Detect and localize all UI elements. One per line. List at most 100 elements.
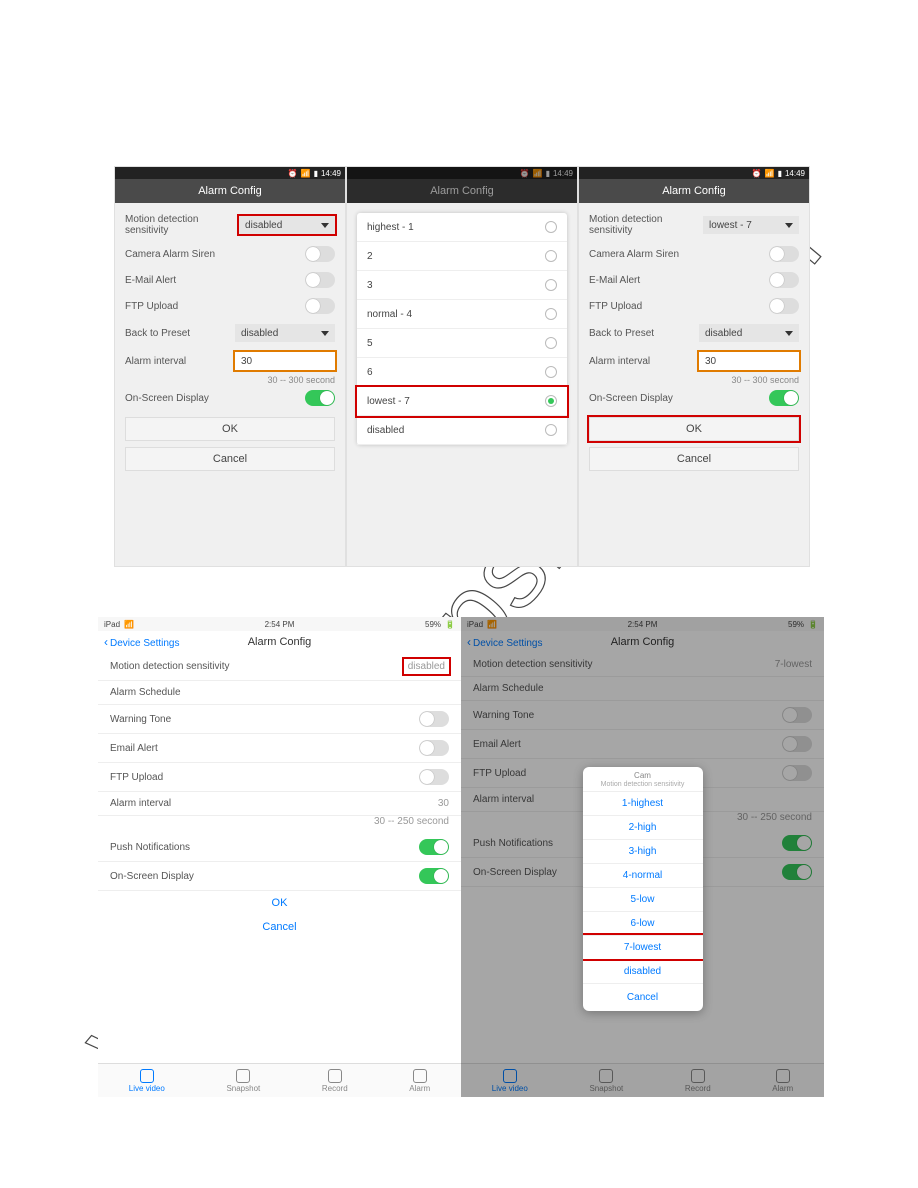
osd-toggle[interactable] xyxy=(419,868,449,884)
signal-icon: ▮ xyxy=(546,169,550,178)
sheet-option[interactable]: 2-high xyxy=(583,815,703,839)
chevron-down-icon xyxy=(785,223,793,228)
osd-label: On-Screen Display xyxy=(589,393,673,404)
radio-icon xyxy=(545,221,557,233)
sensitivity-value[interactable]: disabled xyxy=(404,659,449,674)
interval-hint: 30 -- 300 second xyxy=(589,375,799,385)
screen-title: Alarm Config xyxy=(347,179,577,203)
alarm-icon: ⏰ xyxy=(752,169,762,178)
sensitivity-option[interactable]: 2 xyxy=(357,242,567,271)
sensitivity-option[interactable]: 6 xyxy=(357,358,567,387)
chevron-down-icon xyxy=(321,223,329,228)
chevron-down-icon xyxy=(785,331,793,336)
ok-button[interactable]: OK xyxy=(98,891,461,915)
sheet-option-selected[interactable]: 7-lowest xyxy=(583,935,703,959)
status-time: 14:49 xyxy=(553,169,573,178)
preset-dropdown[interactable]: disabled xyxy=(699,324,799,342)
wifi-icon: 📶 xyxy=(533,169,543,178)
interval-input[interactable]: 30 xyxy=(235,352,335,370)
sensitivity-option[interactable]: 5 xyxy=(357,329,567,358)
osd-toggle[interactable] xyxy=(769,390,799,406)
email-label: E-Mail Alert xyxy=(125,275,176,286)
ipad-screenshot-1: iPad📶 2:54 PM 59%🔋 Device Settings Alarm… xyxy=(98,617,461,1097)
sensitivity-dropdown[interactable]: lowest - 7 xyxy=(703,216,799,234)
sheet-option[interactable]: 5-low xyxy=(583,887,703,911)
email-toggle[interactable] xyxy=(419,740,449,756)
status-bar: ⏰ 📶 ▮ 14:49 xyxy=(579,167,809,179)
email-toggle[interactable] xyxy=(305,272,335,288)
interval-hint: 30 -- 300 second xyxy=(125,375,335,385)
screen-title: Alarm Config xyxy=(248,636,312,648)
siren-toggle[interactable] xyxy=(769,246,799,262)
record-icon xyxy=(328,1069,342,1083)
sheet-option[interactable]: 1-highest xyxy=(583,791,703,815)
tab-alarm[interactable]: Alarm xyxy=(409,1069,430,1093)
tab-record[interactable]: Record xyxy=(322,1069,348,1093)
preset-value: disabled xyxy=(705,328,742,339)
ftp-toggle[interactable] xyxy=(419,769,449,785)
wifi-icon: 📶 xyxy=(301,169,311,178)
tab-snapshot[interactable]: Snapshot xyxy=(226,1069,260,1093)
screen-title: Alarm Config xyxy=(115,179,345,203)
preset-label: Back to Preset xyxy=(125,328,190,339)
radio-icon xyxy=(545,337,557,349)
ok-button[interactable]: OK xyxy=(589,417,799,441)
tone-label: Warning Tone xyxy=(110,714,171,725)
cancel-button[interactable]: Cancel xyxy=(589,447,799,471)
email-toggle[interactable] xyxy=(769,272,799,288)
snapshot-icon xyxy=(236,1069,250,1083)
sensitivity-option[interactable]: highest - 1 xyxy=(357,213,567,242)
sheet-option[interactable]: disabled xyxy=(583,959,703,983)
alarm-tab-icon xyxy=(413,1069,427,1083)
ftp-toggle[interactable] xyxy=(769,298,799,314)
sensitivity-dropdown[interactable]: disabled xyxy=(239,216,335,234)
sheet-option[interactable]: 4-normal xyxy=(583,863,703,887)
tab-live-video[interactable]: Live video xyxy=(129,1069,165,1093)
sensitivity-option[interactable]: normal - 4 xyxy=(357,300,567,329)
sheet-option[interactable]: 3-high xyxy=(583,839,703,863)
tab-bar: Live video Snapshot Record Alarm xyxy=(98,1063,461,1097)
interval-value[interactable]: 30 xyxy=(438,798,449,809)
cancel-button[interactable]: Cancel xyxy=(125,447,335,471)
signal-icon: ▮ xyxy=(314,169,318,178)
cancel-button[interactable]: Cancel xyxy=(98,915,461,939)
radio-icon xyxy=(545,366,557,378)
ok-button[interactable]: OK xyxy=(125,417,335,441)
sensitivity-option[interactable]: 3 xyxy=(357,271,567,300)
nav-bar: Device Settings Alarm Config xyxy=(98,631,461,653)
preset-dropdown[interactable]: disabled xyxy=(235,324,335,342)
ftp-label: FTP Upload xyxy=(125,301,178,312)
siren-toggle[interactable] xyxy=(305,246,335,262)
battery-percent: 59% xyxy=(425,620,441,629)
screen-title: Alarm Config xyxy=(579,179,809,203)
sensitivity-option[interactable]: disabled xyxy=(357,416,567,445)
sensitivity-label: Motion detection sensitivity xyxy=(589,214,703,236)
interval-label: Alarm interval xyxy=(110,798,171,809)
alarm-icon: ⏰ xyxy=(520,169,530,178)
sensitivity-picker: highest - 1 2 3 normal - 4 5 6 lowest - … xyxy=(357,213,567,445)
interval-input[interactable]: 30 xyxy=(699,352,799,370)
preset-value: disabled xyxy=(241,328,278,339)
status-bar: ⏰ 📶 ▮ 14:49 xyxy=(115,167,345,179)
wifi-icon: 📶 xyxy=(765,169,775,178)
signal-icon: ▮ xyxy=(778,169,782,178)
interval-label: Alarm interval xyxy=(125,356,186,367)
ftp-label: FTP Upload xyxy=(589,301,642,312)
sheet-option[interactable]: 6-low xyxy=(583,911,703,935)
schedule-label: Alarm Schedule xyxy=(110,687,181,698)
push-label: Push Notifications xyxy=(110,842,190,853)
phone-screenshot-1: ⏰ 📶 ▮ 14:49 Alarm Config Motion detectio… xyxy=(114,166,346,567)
sensitivity-value: lowest - 7 xyxy=(709,220,752,231)
back-button[interactable]: Device Settings xyxy=(104,635,179,649)
push-toggle[interactable] xyxy=(419,839,449,855)
sheet-cancel-button[interactable]: Cancel xyxy=(583,983,703,1011)
ftp-label: FTP Upload xyxy=(110,772,163,783)
osd-toggle[interactable] xyxy=(305,390,335,406)
radio-icon xyxy=(545,250,557,262)
preset-label: Back to Preset xyxy=(589,328,654,339)
tone-toggle[interactable] xyxy=(419,711,449,727)
sensitivity-option-selected[interactable]: lowest - 7 xyxy=(357,387,567,416)
sensitivity-label: Motion detection sensitivity xyxy=(125,214,239,236)
sensitivity-action-sheet: Cam Motion detection sensitivity 1-highe… xyxy=(583,767,703,1011)
ftp-toggle[interactable] xyxy=(305,298,335,314)
